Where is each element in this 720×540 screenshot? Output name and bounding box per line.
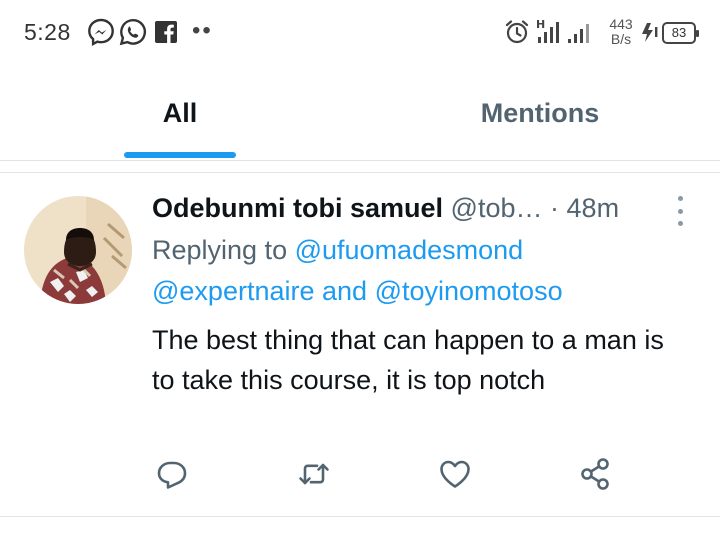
tab-mentions[interactable]: Mentions <box>360 66 720 160</box>
like-icon[interactable] <box>437 456 473 492</box>
replying-to: Replying to @ufuomadesmond <box>152 235 672 266</box>
avatar[interactable] <box>24 196 132 304</box>
retweet-icon[interactable] <box>296 456 332 492</box>
more-notifications-icon: •• <box>192 17 213 44</box>
notifications-tabs: All Mentions <box>0 66 720 161</box>
network-speed-value: 443 <box>609 16 633 32</box>
reply-icon[interactable] <box>154 456 190 492</box>
tweet-header: Odebunmi tobi samuel @tob… · 48m <box>152 193 662 224</box>
svg-text:H: H <box>536 18 545 31</box>
replying-conjunction: and <box>322 276 368 306</box>
replying-to-line-2: @expertnaire and @toyinomotoso <box>152 276 672 307</box>
mention-link[interactable]: @ufuomadesmond <box>295 235 524 265</box>
tab-all[interactable]: All <box>0 66 360 160</box>
facebook-icon <box>151 17 181 47</box>
tab-selected-indicator <box>124 152 236 158</box>
network-speed-unit: B/s <box>610 31 632 47</box>
messenger-icon <box>86 17 116 47</box>
mention-link[interactable]: @expertnaire <box>152 276 315 306</box>
network-speed: 443 B/s <box>606 17 636 47</box>
divider <box>0 172 720 173</box>
share-icon[interactable] <box>578 456 614 492</box>
separator-dot: · <box>550 193 560 223</box>
tweet-time[interactable]: 48m <box>567 193 620 223</box>
mention-link[interactable]: @toyinomotoso <box>375 276 563 306</box>
signal-icon: H <box>536 17 598 47</box>
charging-icon <box>638 17 660 47</box>
author-name[interactable]: Odebunmi tobi samuel <box>152 193 443 223</box>
whatsapp-icon <box>118 17 148 47</box>
replying-prefix: Replying to <box>152 235 288 265</box>
author-handle[interactable]: @tob… <box>451 193 543 223</box>
alarm-icon <box>502 17 532 47</box>
more-options-icon[interactable] <box>672 196 688 226</box>
status-time: 5:28 <box>24 19 71 45</box>
divider <box>0 516 720 517</box>
status-bar: 5:28 •• H 443 B/s 83 <box>0 0 720 66</box>
battery-icon: 83 <box>662 22 699 44</box>
tweet-text: The best thing that can happen to a man … <box>152 325 664 395</box>
